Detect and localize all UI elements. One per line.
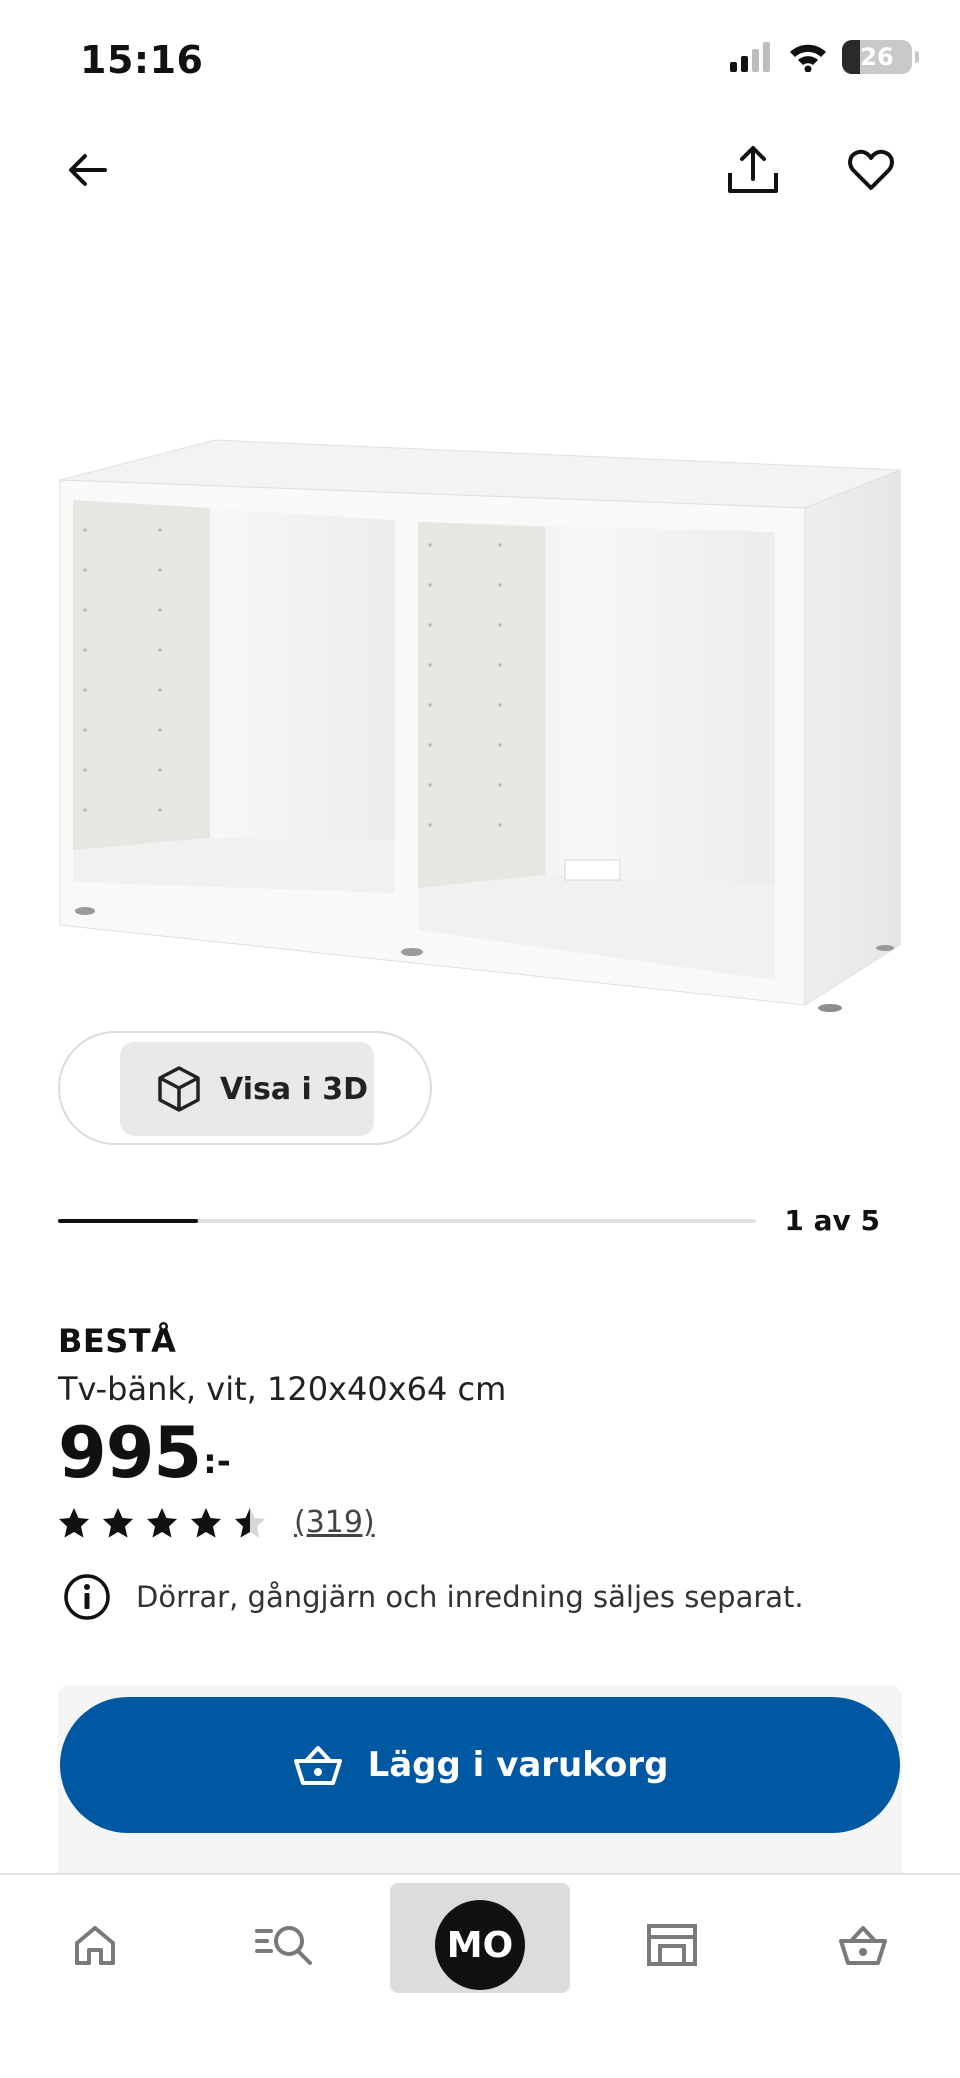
- review-count-link[interactable]: (319): [294, 1505, 375, 1540]
- price-suffix: :-: [203, 1442, 231, 1482]
- view-3d-button[interactable]: Visa i 3D: [120, 1042, 374, 1136]
- cube-icon: [158, 1066, 200, 1112]
- wifi-icon: [790, 44, 826, 72]
- star-full-icon: [59, 1507, 89, 1537]
- nav-store[interactable]: [632, 1875, 712, 2015]
- status-icons: 26: [730, 40, 919, 74]
- nav-cart[interactable]: [823, 1875, 903, 2015]
- add-to-cart-button[interactable]: Lägg i varukorg: [60, 1697, 900, 1833]
- view-3d-label: Visa i 3D: [220, 1071, 369, 1107]
- star-half-icon: [235, 1507, 265, 1537]
- store-icon: [647, 1924, 697, 1966]
- star-full-icon: [191, 1507, 221, 1537]
- home-icon: [75, 1926, 115, 1965]
- battery-text: 26: [860, 43, 894, 71]
- battery-cap: [915, 51, 919, 63]
- signal-icon: [730, 42, 770, 72]
- favorite-button[interactable]: [831, 130, 911, 210]
- product-brand: BESTÅ: [58, 1322, 177, 1360]
- star-full-icon: [103, 1507, 133, 1537]
- gallery-progress: [58, 1219, 756, 1223]
- search-icon: [255, 1926, 312, 1965]
- top-bar: [0, 130, 960, 210]
- avatar: MO: [435, 1900, 525, 1990]
- bottom-navigation: MO: [0, 1873, 960, 2078]
- notice-text: Dörrar, gångjärn och inredning säljes se…: [136, 1580, 804, 1614]
- star-full-icon: [147, 1507, 177, 1537]
- status-time: 15:16: [80, 38, 204, 82]
- share-button[interactable]: [713, 130, 793, 210]
- nav-profile[interactable]: MO: [390, 1875, 570, 2015]
- nav-home[interactable]: [55, 1875, 135, 2015]
- rating-stars: [58, 1507, 266, 1539]
- back-button[interactable]: [48, 130, 128, 210]
- basket-icon: [293, 1746, 342, 1785]
- product-image[interactable]: [40, 420, 920, 1020]
- share-icon: [728, 146, 778, 193]
- product-notice: Dörrar, gångjärn och inredning säljes se…: [62, 1572, 804, 1622]
- gallery-progress-fill: [58, 1219, 198, 1223]
- product-rating[interactable]: (319): [58, 1505, 375, 1540]
- status-bar: 15:16 26: [0, 0, 960, 120]
- info-icon: [64, 1574, 110, 1620]
- product-price: 995 :-: [58, 1418, 231, 1488]
- arrow-left-icon: [69, 154, 107, 186]
- add-to-cart-label: Lägg i varukorg: [367, 1745, 669, 1785]
- view-3d-container: Visa i 3D: [58, 1031, 432, 1145]
- battery-indicator: 26: [842, 40, 919, 74]
- product-description: Tv-bänk, vit, 120x40x64 cm: [58, 1370, 507, 1408]
- nav-search[interactable]: [245, 1875, 325, 2015]
- price-amount: 995: [58, 1412, 202, 1494]
- basket-icon: [839, 1926, 887, 1965]
- battery-fill: [842, 40, 861, 74]
- gallery-page-counter: 1 av 5: [784, 1204, 880, 1237]
- heart-icon: [848, 149, 894, 190]
